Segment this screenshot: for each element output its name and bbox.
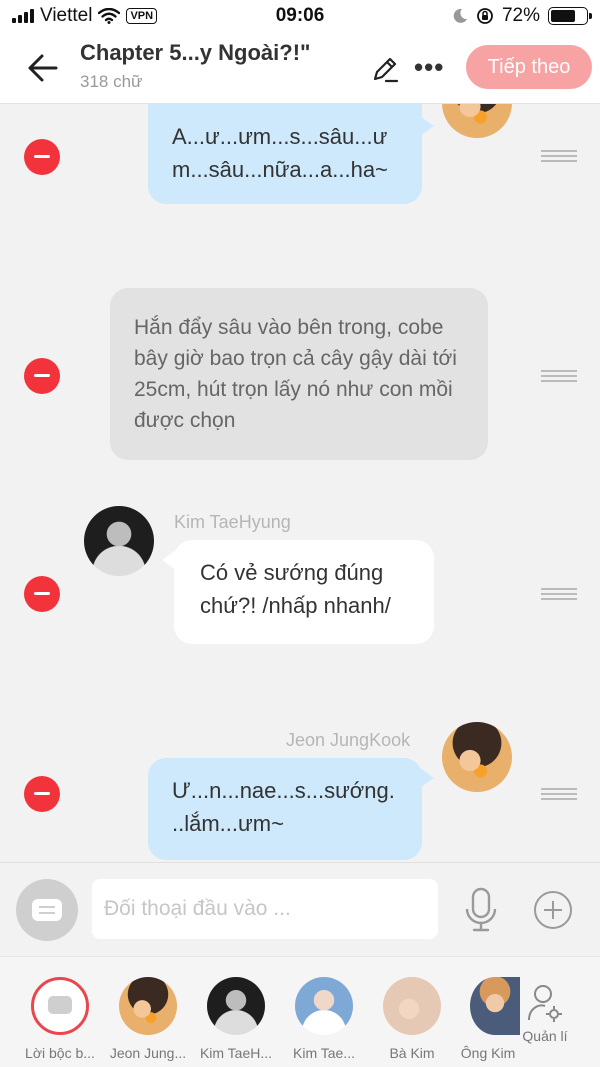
battery-percent: 72% xyxy=(501,5,540,26)
character-label: Jeon Jung... xyxy=(109,1045,187,1061)
next-chapter-button[interactable]: Tiếp theo xyxy=(466,45,592,89)
back-arrow-icon[interactable] xyxy=(22,50,62,86)
status-right: 72% xyxy=(452,5,592,27)
message-type-button[interactable] xyxy=(16,879,78,941)
chat-area[interactable]: A...ư...ưm...s...sâu...ư m...sâu...nữa..… xyxy=(0,104,600,862)
character-jeon-jungkook[interactable]: Jeon Jung... xyxy=(104,977,192,1061)
word-count: 318 chữ xyxy=(80,72,143,91)
avatar xyxy=(84,506,154,576)
character-narrator[interactable]: Lời bộc b... xyxy=(16,977,104,1061)
character-kim-taehyung[interactable]: Kim TaeH... xyxy=(192,977,280,1061)
edit-pencil-icon[interactable] xyxy=(368,52,402,86)
avatar xyxy=(207,977,265,1035)
add-attachment-button[interactable] xyxy=(534,891,572,929)
more-options-icon[interactable]: ••• xyxy=(414,54,444,80)
delete-message-button[interactable] xyxy=(24,776,60,812)
message-row: Jeon JungKook Ư...n...nae...s...sướng. .… xyxy=(0,722,600,862)
orientation-lock-icon xyxy=(477,8,493,24)
character-label: Kim Tae... xyxy=(293,1045,355,1061)
chapter-header: Chapter 5...y Ngoài?!" 318 chữ ••• Tiếp … xyxy=(0,32,600,104)
character-label: Ông Kim xyxy=(460,1045,516,1061)
user-settings-icon xyxy=(528,985,562,1022)
sender-name: Kim TaeHyung xyxy=(174,512,291,532)
delete-message-button[interactable] xyxy=(24,139,60,175)
chapter-title: Chapter 5...y Ngoài?!" xyxy=(80,40,311,65)
delete-message-button[interactable] xyxy=(24,358,60,394)
avatar xyxy=(119,977,177,1035)
battery-fill xyxy=(551,10,576,22)
character-label: Bà Kim xyxy=(389,1045,435,1061)
bubble-tail xyxy=(420,768,434,788)
input-bar xyxy=(0,862,600,956)
avatar xyxy=(442,722,512,792)
character-label: Lời bộc b... xyxy=(25,1045,95,1061)
avatar xyxy=(470,977,520,1035)
character-kim-tae[interactable]: Kim Tae... xyxy=(280,977,368,1061)
manage-label: Quản lí xyxy=(522,1028,568,1044)
character-label: Kim TaeH... xyxy=(199,1045,273,1061)
character-ba-kim[interactable]: Bà Kim xyxy=(368,977,456,1061)
manage-characters-button[interactable]: Quản lí xyxy=(520,984,570,1044)
drag-handle[interactable] xyxy=(541,150,577,164)
status-bar: Viettel VPN 09:06 72% xyxy=(0,0,600,32)
avatar xyxy=(383,977,441,1035)
character-ong-kim[interactable]: Ông Kim xyxy=(456,977,520,1061)
character-tray: Lời bộc b... Jeon Jung... Kim TaeH... Ki… xyxy=(0,956,600,1067)
moon-icon xyxy=(453,8,467,23)
bubble-tail xyxy=(420,116,434,136)
message-row: A...ư...ưm...s...sâu...ư m...sâu...nữa..… xyxy=(0,104,600,214)
message-bubble[interactable]: A...ư...ưm...s...sâu...ư m...sâu...nữa..… xyxy=(148,104,422,204)
avatar xyxy=(442,104,512,138)
delete-message-button[interactable] xyxy=(24,576,60,612)
microphone-icon[interactable] xyxy=(462,887,500,933)
drag-handle[interactable] xyxy=(541,788,577,802)
narration-bubble[interactable]: Hắn đẩy sâu vào bên trong, cobe bây giờ … xyxy=(110,288,488,460)
avatar xyxy=(295,977,353,1035)
message-bubble[interactable]: Ư...n...nae...s...sướng. ..lắm...ưm~ xyxy=(148,758,422,860)
battery-icon xyxy=(548,7,592,25)
drag-handle[interactable] xyxy=(541,588,577,602)
dialogue-input[interactable] xyxy=(92,879,438,939)
message-row: Hắn đẩy sâu vào bên trong, cobe bây giờ … xyxy=(0,288,600,460)
sender-name: Jeon JungKook xyxy=(286,730,411,750)
drag-handle[interactable] xyxy=(541,370,577,384)
message-row: Kim TaeHyung Có vẻ sướng đúng chứ?! /nhấ… xyxy=(0,506,600,646)
narrator-icon xyxy=(31,977,89,1035)
message-bubble[interactable]: Có vẻ sướng đúng chứ?! /nhấp nhanh/ xyxy=(174,540,434,644)
